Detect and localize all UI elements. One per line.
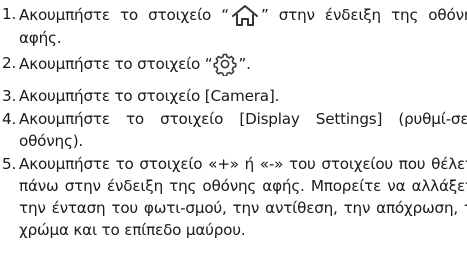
step-4: 4. Ακουμπήστε το στοιχείο [Display Setti… (2, 108, 467, 152)
step-text-before-icon: Ακουμπήστε το στοιχείο “ (19, 55, 213, 73)
step-3: 3. Ακουμπήστε το στοιχείο [Camera]. (2, 85, 467, 107)
step-text: Ακουμπήστε το στοιχείο [Display Settings… (19, 110, 467, 150)
step-text-after-icon: ”. (238, 55, 251, 73)
step-text: Ακουμπήστε το στοιχείο [Camera]. (19, 87, 280, 105)
step-number: 1. (2, 5, 17, 23)
gear-icon (213, 52, 237, 76)
step-text-before-icon: Ακουμπήστε το στοιχείο “ (19, 6, 229, 24)
step-2: 2. Ακουμπήστε το στοιχείο “ ”. (2, 52, 467, 76)
step-number: 3. (2, 87, 17, 105)
home-icon (230, 3, 260, 27)
step-text: Ακουμπήστε το στοιχείο «+» ή «-» του στο… (19, 155, 467, 239)
step-number: 4. (2, 110, 17, 128)
step-1: 1. Ακουμπήστε το στοιχείο “” στην ένδειξ… (2, 3, 467, 49)
step-5: 5. Ακουμπήστε το στοιχείο «+» ή «-» του … (2, 153, 467, 241)
step-number: 5. (2, 155, 17, 173)
step-number: 2. (2, 54, 17, 72)
